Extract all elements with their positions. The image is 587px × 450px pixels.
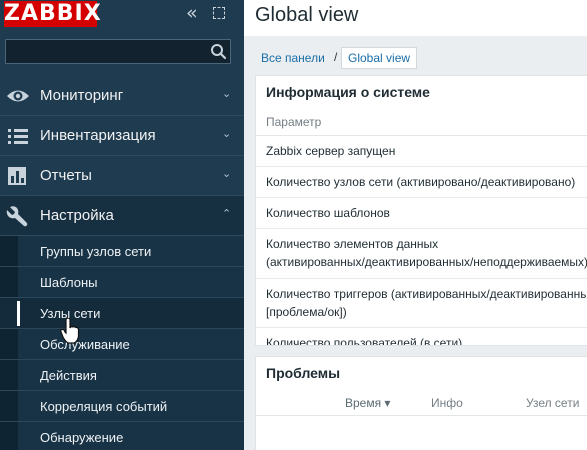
widget-title[interactable]: Информация о системе (266, 84, 430, 100)
problems-widget: Проблемы Время ▾ Инфо Узел сети (255, 356, 587, 450)
parameter-label: Количество триггеров (активированных/деа… (266, 287, 587, 301)
header-divider (256, 415, 587, 416)
parameter-label: Zabbix сервер запущен (266, 144, 396, 158)
table-row: Количество узлов сети (активировано/деак… (256, 167, 587, 198)
submenu-item-event-correlation[interactable]: Корреляция событий (0, 391, 244, 422)
eye-icon (7, 90, 29, 102)
page-title: Global view (255, 4, 359, 26)
menu-item-inventory[interactable]: Инвентаризация ⌄ (0, 116, 244, 156)
submenu-label: Обнаружение (40, 430, 124, 445)
submenu-item-discovery[interactable]: Обнаружение (0, 422, 244, 450)
submenu-item-maintenance[interactable]: Обслуживание (0, 329, 244, 360)
hand-cursor-icon (60, 318, 80, 344)
parameter-label: Количество шаблонов (266, 206, 390, 220)
wrench-icon (6, 206, 28, 227)
submenu-label: Шаблоны (40, 275, 98, 290)
breadcrumb-separator: / (334, 50, 338, 64)
menu-label: Настройка (40, 207, 114, 224)
widget-title[interactable]: Проблемы (266, 365, 340, 381)
main-menu: Мониторинг ⌄ Инвентаризация ⌄ Отчеты ⌄ Н… (0, 76, 244, 450)
breadcrumb-current[interactable]: Global view (341, 47, 418, 69)
submenu-item-host-groups[interactable]: Группы узлов сети (0, 236, 244, 267)
parameter-label-continued: [проблема/ок]) (266, 305, 347, 319)
submenu-item-actions[interactable]: Действия (0, 360, 244, 391)
sidebar: ZABBIX « Мониторинг ⌄ Инвентаризация ⌄ О… (0, 0, 244, 450)
page-header: Global view (244, 0, 587, 36)
submenu-label: Действия (40, 368, 97, 383)
menu-item-monitoring[interactable]: Мониторинг ⌄ (0, 76, 244, 116)
search-field (5, 39, 231, 64)
menu-item-configuration[interactable]: Настройка ⌃ (0, 196, 244, 236)
host-column-header: Узел сети (526, 396, 580, 410)
submenu-label: Группы узлов сети (40, 244, 152, 259)
table-row: Количество элементов данных (активирован… (256, 229, 587, 279)
table-row: Zabbix сервер запущен (256, 136, 587, 167)
search-input[interactable] (6, 40, 206, 63)
chevron-up-icon: ⌃ (222, 208, 232, 220)
list-icon (8, 129, 28, 144)
parameter-column-header: Параметр (266, 115, 322, 129)
table-row: Количество шаблонов (256, 198, 587, 229)
zabbix-logo[interactable]: ZABBIX (4, 1, 101, 27)
search-icon[interactable] (210, 43, 227, 60)
submenu-item-hosts[interactable]: Узлы сети (0, 298, 244, 329)
table-row: Количество пользователей (в сети) (256, 328, 587, 346)
sidebar-header: ZABBIX « (0, 0, 244, 32)
submenu-item-templates[interactable]: Шаблоны (0, 267, 244, 298)
selection-marker (17, 301, 20, 326)
system-info-widget: Информация о системе Параметр Zabbix сер… (255, 75, 587, 346)
table-row: Количество триггеров (активированных/деа… (256, 279, 587, 328)
submenu-label: Обслуживание (40, 337, 130, 352)
menu-label: Отчеты (40, 167, 92, 184)
collapse-sidebar-icon[interactable]: « (186, 4, 198, 23)
info-column-header: Инфо (431, 396, 463, 410)
kiosk-mode-icon[interactable] (213, 7, 225, 19)
chevron-down-icon: ⌄ (222, 128, 232, 140)
chevron-down-icon: ⌄ (222, 88, 232, 100)
breadcrumb-all-dashboards[interactable]: Все панели (261, 51, 325, 65)
bar-chart-icon (8, 167, 26, 185)
menu-label: Мониторинг (40, 87, 124, 104)
parameter-label: Количество элементов данных (266, 237, 439, 251)
parameter-label: Количество узлов сети (активировано/деак… (266, 175, 576, 189)
main-content: Global view Все панели / Global view Инф… (244, 0, 587, 450)
time-column-header[interactable]: Время ▾ (345, 396, 390, 410)
chevron-down-icon: ⌄ (222, 168, 232, 180)
menu-item-reports[interactable]: Отчеты ⌄ (0, 156, 244, 196)
submenu-label: Корреляция событий (40, 399, 168, 414)
parameter-label-continued: (активированных/деактивированных/неподде… (266, 255, 587, 269)
parameter-label: Количество пользователей (в сети) (266, 336, 463, 346)
configuration-submenu: Группы узлов сети Шаблоны Узлы сети Обсл… (0, 236, 244, 450)
menu-label: Инвентаризация (40, 127, 156, 144)
